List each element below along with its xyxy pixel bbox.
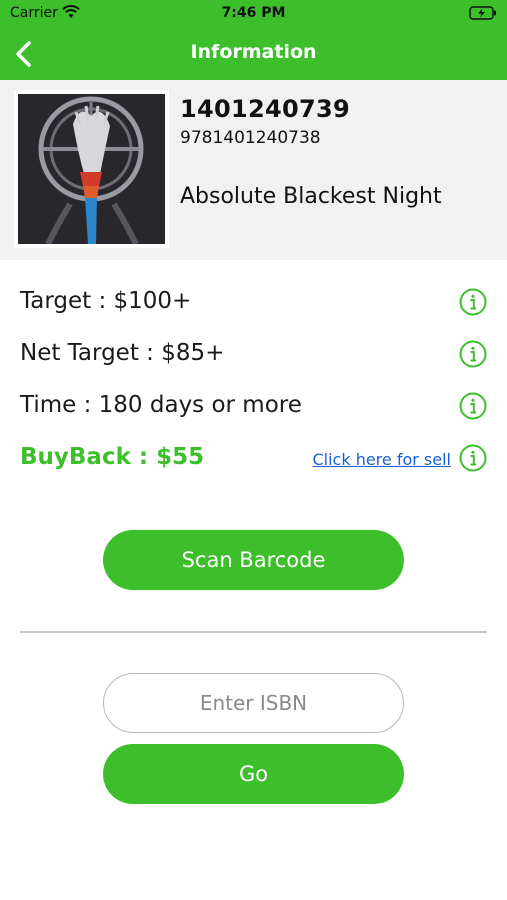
target-row: Target : $100+: [20, 284, 487, 320]
book-cover-image: [14, 90, 169, 248]
go-button[interactable]: Go: [103, 744, 404, 804]
info-icon[interactable]: [459, 392, 487, 420]
status-bar: Carrier 7:46 PM: [0, 0, 507, 28]
page-title: Information: [190, 41, 317, 63]
info-icon[interactable]: [459, 444, 487, 472]
sell-link[interactable]: Click here for sell: [312, 450, 451, 469]
clock-time: 7:46 PM: [221, 5, 286, 21]
isbn-input[interactable]: [103, 673, 404, 733]
buyback-row: BuyBack : $55 Click here for sell: [20, 440, 487, 476]
time-row: Time : 180 days or more: [20, 388, 487, 424]
isbn10-value: 1401240739: [180, 95, 350, 123]
book-title: Absolute Blackest Night: [180, 184, 442, 209]
scan-barcode-button[interactable]: Scan Barcode: [103, 530, 404, 590]
buyback-label: BuyBack : $55: [20, 444, 205, 470]
divider: [20, 631, 487, 633]
isbn13-value: 9781401240738: [180, 128, 321, 148]
info-icon[interactable]: [459, 288, 487, 316]
net-target-row: Net Target : $85+: [20, 336, 487, 372]
navigation-bar: Information: [0, 28, 507, 80]
target-label: Target : $100+: [20, 288, 192, 314]
cover-art: [18, 94, 165, 244]
info-icon[interactable]: [459, 340, 487, 368]
net-target-label: Net Target : $85+: [20, 340, 225, 366]
time-label: Time : 180 days or more: [20, 392, 302, 418]
battery-charging-icon: [469, 6, 496, 20]
book-header: 1401240739 9781401240738 Absolute Blacke…: [0, 80, 507, 260]
